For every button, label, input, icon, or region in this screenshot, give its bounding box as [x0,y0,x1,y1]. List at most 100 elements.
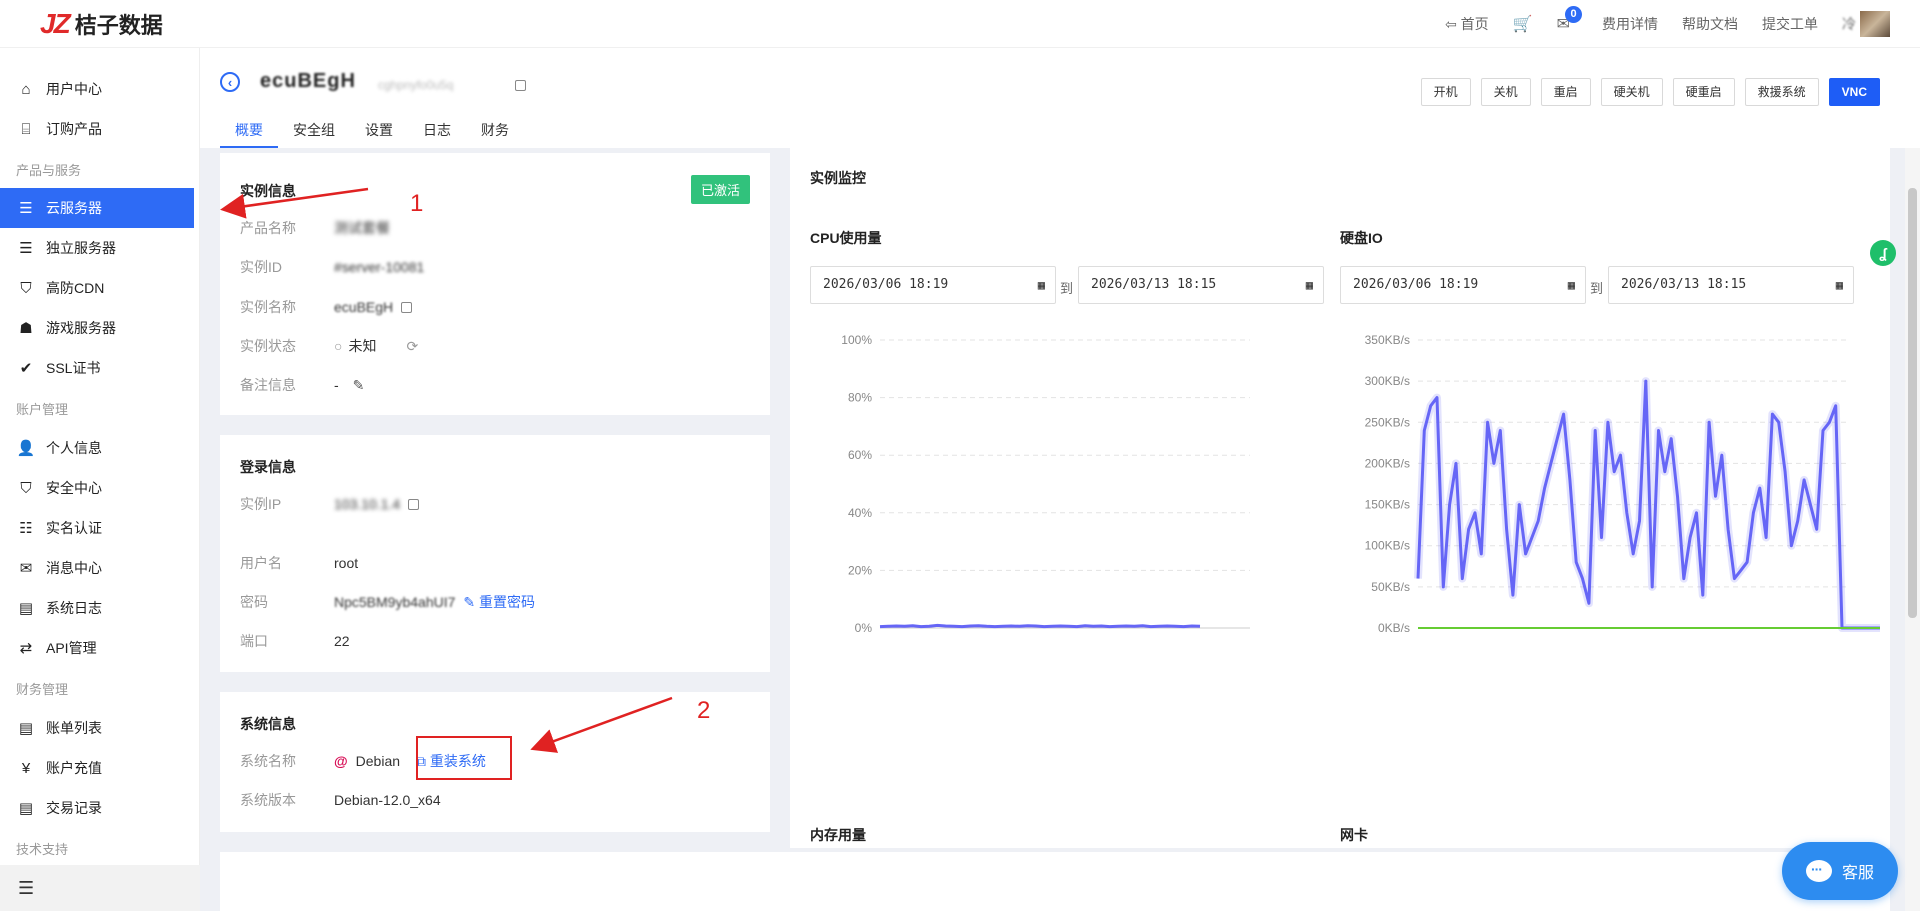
calendar-icon[interactable]: ▦ [1038,267,1045,303]
y-tick-label: 200KB/s [1365,456,1410,470]
sidebar-item-syslog[interactable]: ▤ 系统日志 [0,588,194,628]
info-row-product: 产品名称 测试套餐 [240,218,390,238]
cpu-end-date-input[interactable]: 2026/03/13 18:15 ▦ [1078,266,1324,304]
logo[interactable]: JZ 桔子数据 [40,8,163,40]
tab-security-group[interactable]: 安全组 [278,118,350,148]
ticket-link[interactable]: 提交工单 [1762,14,1818,34]
instance-title: ecuBEgH [260,70,356,93]
sidebar-item-profile[interactable]: 👤 个人信息 [0,428,194,468]
tab-overview[interactable]: 概要 [220,118,278,148]
sidebar-item-ssl[interactable]: ✔ SSL证书 [0,348,194,388]
customer-service-button[interactable]: 客服 [1782,842,1898,900]
row-label: 实例IP [240,496,282,512]
sidebar-item-security[interactable]: ⛉ 安全中心 [0,468,194,508]
user-icon: 👤 [16,440,36,457]
back-icon[interactable]: ‹ [220,72,240,92]
check-circle-icon: ✔ [19,360,33,377]
sidebar-item-realname[interactable]: ☷ 实名认证 [0,508,194,548]
reboot-button[interactable]: 重启 [1540,78,1591,106]
info-row-notes: 备注信息 - ✎ [240,375,364,395]
y-tick-label: 60% [848,448,872,462]
hard-off-button[interactable]: 硬关机 [1600,78,1663,106]
bottom-card [220,852,1890,911]
power-off-button[interactable]: 关机 [1480,78,1531,106]
row-label: 系统版本 [240,792,296,808]
mail-button[interactable]: ✉ 0 [1557,6,1582,34]
sidebar-item-transactions[interactable]: ▤ 交易记录 [0,788,194,828]
row-value: - [334,377,339,393]
assistant-icon[interactable]: ʆ [1870,240,1896,266]
calendar-icon[interactable]: ▦ [1306,267,1313,303]
home-link[interactable]: ⇦ 首页 [1445,14,1489,34]
scrollbar-thumb[interactable] [1908,188,1917,618]
y-tick-label: 20% [848,563,872,577]
y-tick-label: 80% [848,391,872,405]
instance-tabs: 概要 安全组 设置 日志 财务 [220,118,524,148]
memory-chart-title: 内存用量 [810,827,866,843]
billing-link[interactable]: 费用详情 [1602,14,1658,34]
sidebar-item-dedicated-server[interactable]: ☰ 独立服务器 [0,228,194,268]
edit-icon[interactable]: ✎ [353,377,365,394]
login-row-port: 端口 22 [240,631,350,651]
page-scrollbar[interactable] [1905,148,1920,911]
tab-finance[interactable]: 财务 [466,118,524,148]
refresh-icon[interactable]: ⟳ [406,338,418,355]
y-tick-label: 0% [855,621,873,635]
sidebar-item-recharge[interactable]: ¥ 账户充值 [0,748,194,788]
sidebar-collapse-button[interactable]: ☰ [0,865,200,911]
series-line [879,623,1201,629]
tab-logs[interactable]: 日志 [408,118,466,148]
sidebar-item-cloud-server[interactable]: ☰ 云服务器 [0,188,194,228]
sidebar-item-label: 安全中心 [46,480,102,496]
sidebar-item-label: 交易记录 [46,800,102,816]
rescue-button[interactable]: 救援系统 [1744,78,1819,106]
cpu-start-date-input[interactable]: 2026/03/06 18:19 ▦ [810,266,1056,304]
disk-start-date-input[interactable]: 2026/03/06 18:19 ▦ [1340,266,1586,304]
sidebar-item-label: 消息中心 [46,560,102,576]
power-on-button[interactable]: 开机 [1420,78,1471,106]
shield-icon: ⛉ [20,279,32,297]
vnc-button[interactable]: VNC [1828,78,1880,106]
logo-text: 桔子数据 [74,13,163,38]
sidebar-item-game-server[interactable]: ☗ 游戏服务器 [0,308,194,348]
to-label: 到 [1060,281,1074,296]
sidebar-item-messages[interactable]: ✉ 消息中心 [0,548,194,588]
reset-password-link[interactable]: ✎ 重置密码 [463,592,535,612]
calendar-icon[interactable]: ▦ [1836,267,1843,303]
card-title: 登录信息 [240,459,296,475]
help-link[interactable]: 帮助文档 [1682,14,1738,34]
copy-icon[interactable] [401,301,413,313]
instance-id-link[interactable]: #server-10081 [334,259,424,275]
logo-mark: JZ [40,8,71,39]
cart-button[interactable]: 🛒 [1513,14,1533,34]
date-value: 2026/03/06 18:19 [823,277,949,292]
tab-settings[interactable]: 设置 [350,118,408,148]
sidebar-item-label: 云服务器 [46,200,102,216]
cart-icon: 🛒 [1512,16,1533,33]
login-row-ip: 实例IP 103.10.1.4 [240,494,420,514]
id-card-icon: ☷ [19,520,33,537]
copy-icon[interactable] [408,498,420,510]
row-label: 产品名称 [240,220,296,236]
sidebar-item-bills[interactable]: ▤ 账单列表 [0,708,194,748]
login-row-user: 用户名 root [240,553,358,573]
hard-reboot-button[interactable]: 硬重启 [1672,78,1735,106]
record-icon: ▤ [18,800,34,817]
user-menu[interactable]: 冷 [1842,11,1890,37]
y-tick-label: 250KB/s [1365,415,1410,429]
info-row-id: 实例ID #server-10081 [240,257,424,277]
sidebar-item-user-center[interactable]: ⌂ 用户中心 [0,69,194,109]
y-tick-label: 350KB/s [1365,333,1410,347]
home-arrow-icon: ⇦ [1444,15,1457,32]
row-label: 用户名 [240,555,282,571]
sidebar-item-api[interactable]: ⇄ API管理 [0,628,194,668]
customer-service-label: 客服 [1841,865,1874,882]
calendar-icon[interactable]: ▦ [1568,267,1575,303]
copy-icon[interactable] [515,80,526,91]
yen-icon: ¥ [21,759,31,777]
to-label: 到 [1590,281,1604,296]
row-value: ecuBEgH [334,299,394,315]
sidebar-item-cdn[interactable]: ⛉ 高防CDN [0,268,194,308]
disk-end-date-input[interactable]: 2026/03/13 18:15 ▦ [1608,266,1854,304]
sidebar-item-order[interactable]: ⌸ 订购产品 [0,109,194,149]
